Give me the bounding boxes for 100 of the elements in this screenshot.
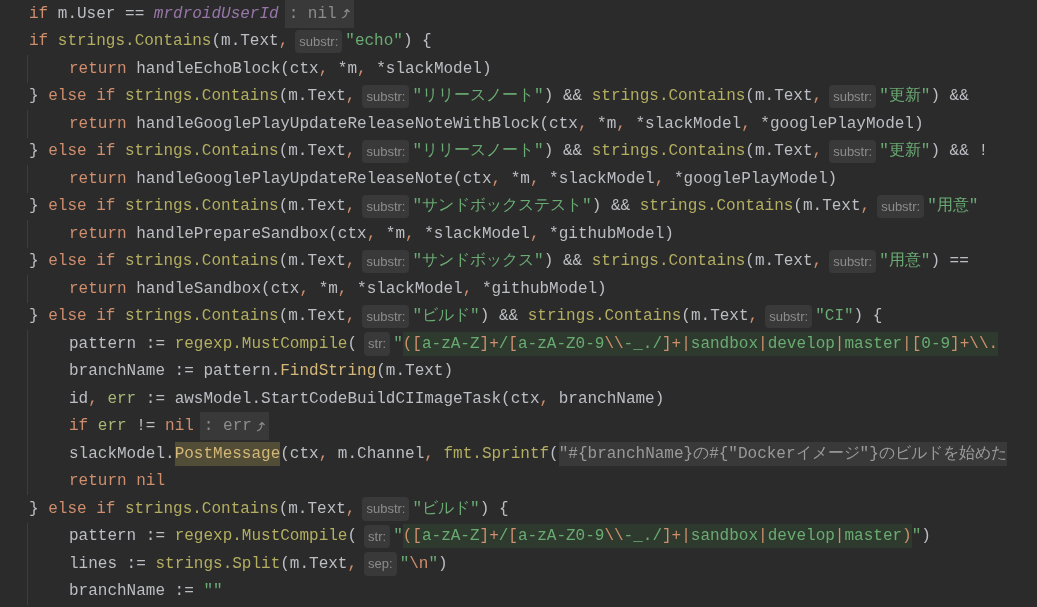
regex-operator: \\ [604,331,624,356]
code-punctuation: , [345,251,356,273]
code-text: *githubModel) [549,223,674,245]
code-punctuation: , [424,443,435,465]
function-call: strings.Contains [125,141,279,163]
code-text: m.User == [57,3,146,25]
code-text: pattern := [69,526,166,548]
string-literal: "更新" [879,85,931,108]
code-keyword: return [69,278,128,300]
code-text: } [29,306,40,328]
regex-text: a-zA-Z0-9 [517,331,605,356]
string-literal: "CI" [815,306,854,328]
code-text: (m.Text [745,251,813,273]
code-text: branchName := [69,581,195,603]
code-text: } [29,141,40,163]
code-text: pattern := [69,333,166,355]
code-text: branchName) [558,388,665,410]
regex-text: / [498,524,509,549]
code-text: (m.Text [280,553,348,575]
function-call: strings.Contains [639,196,794,218]
code-punctuation: , [577,113,589,135]
parameter-hint: substr: [362,139,410,163]
code-text: *slackModel) [376,58,492,80]
inlay-hint: : nil [284,0,354,28]
regex-text: develop [767,331,835,356]
code-text: handleSandbox(ctx [136,278,300,300]
code-text: *m [510,168,530,190]
parameter-hint: substr: [877,194,925,218]
code-text: *m [318,278,338,300]
code-punctuation: , [299,278,311,300]
code-text: ) { [402,31,432,53]
function-call: strings.Contains [125,86,279,108]
code-punctuation: , [345,86,356,108]
code-text: ( [347,526,358,548]
function-call: strings.Contains [125,196,279,218]
variable-name: err [97,416,127,438]
string-literal: "サンドボックステスト" [412,196,592,218]
code-keyword: else if [48,141,117,163]
string-literal: "echo" [345,31,403,53]
regex-text: develop [767,524,835,549]
function-call: strings.Contains [591,251,746,273]
function-call: strings.Contains [527,306,682,328]
code-punctuation: , [462,278,474,300]
code-punctuation: , [616,113,627,135]
regex-operator: ([ [402,524,422,549]
regex-text: master [844,331,903,356]
function-call: strings.Split [155,553,281,575]
parameter-hint: substr: [362,249,410,273]
string-literal: "" [203,581,223,603]
code-text: id [69,388,89,410]
regex-text: / [498,331,509,356]
code-punctuation: , [741,113,752,135]
regex-text: sandbox [690,524,759,549]
parameter-hint: substr: [295,29,343,53]
code-text: (m.Text [278,141,346,163]
code-text: (m.Text [278,251,346,273]
function-call: strings.Contains [591,141,746,163]
code-keyword: return [69,113,128,135]
parameter-hint: str: [364,332,391,356]
code-keyword: else if [48,196,117,218]
code-punctuation: , [529,168,541,190]
regex-text: a-zA-Z [421,331,480,356]
code-text: handleEchoBlock(ctx [136,58,319,80]
code-text: slackModel. [69,443,175,465]
string-literal: " [399,553,410,575]
string-literal: " [911,526,922,548]
code-punctuation: , [345,306,356,328]
code-punctuation: , [345,498,356,520]
template-string: "#{branchName}の#{"Dockerイメージ"}のビルドを始めた [558,441,1007,466]
constant-name: mrdroidUserId [153,3,279,25]
code-punctuation: , [405,223,416,245]
code-keyword: return [69,223,128,245]
code-text: *slackModel [357,278,463,300]
code-punctuation: , [812,141,823,163]
string-literal: "サンドボックス" [412,251,544,273]
code-text: != [135,416,157,438]
code-punctuation: , [337,278,349,300]
code-text: (m.Text) [376,361,454,383]
code-text: (m.Text [278,498,346,520]
code-text: ) { [479,498,509,520]
code-text: ) && [543,141,584,163]
code-punctuation: , [318,58,330,80]
regex-operator: ]+ [479,524,499,549]
code-text: ( [549,443,559,465]
function-call: regexp.MustCompile [174,526,348,548]
regex-operator: [ [508,331,518,356]
regex-operator: | [758,331,768,356]
code-punctuation: , [812,86,823,108]
code-text: handlePrepareSandbox(ctx [136,223,367,245]
regex-operator: [ [508,524,518,549]
parameter-hint: sep: [364,552,397,576]
code-text: (m.Text [278,86,346,108]
code-text: m.Channel [337,443,425,465]
code-text: (m.Text [793,196,861,218]
string-literal: "用意" [927,196,979,218]
code-keyword: else if [48,86,117,108]
code-text: ) { [853,306,883,328]
jump-arrow-icon [255,420,265,432]
regex-text: a-zA-Z0-9 [517,524,605,549]
function-call: strings.Contains [125,251,279,273]
